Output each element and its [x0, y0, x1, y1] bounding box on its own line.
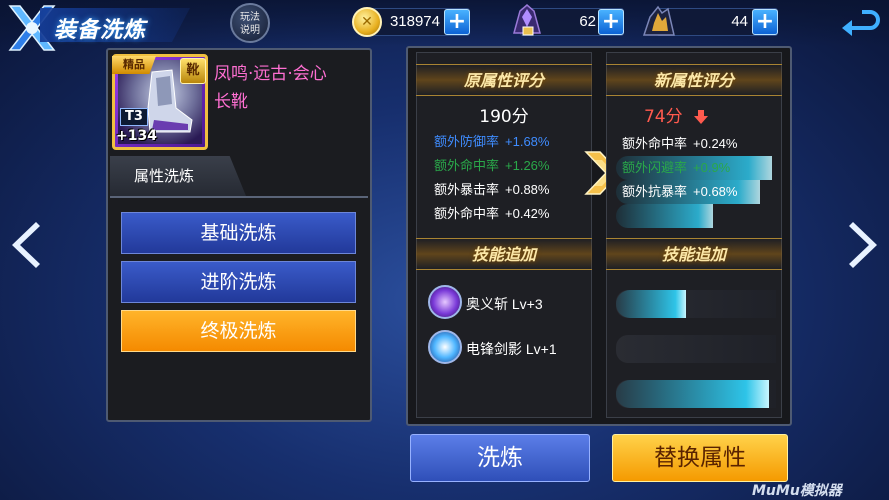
replace-attributes-button[interactable]: 替换属性 [612, 434, 788, 482]
help-label-line1: 玩法 [240, 12, 260, 23]
add-gem-b-button[interactable]: + [752, 9, 778, 35]
purple-crystal-icon [513, 4, 541, 36]
score-down-arrow-icon [694, 110, 709, 124]
purple-swirl-icon [428, 285, 462, 319]
item-name: 凤鸣·远古·会心 长靴 [214, 60, 364, 116]
dark-crystal-icon [642, 5, 675, 36]
new-score: 74分 [643, 107, 683, 127]
skill-slot-bar [616, 290, 776, 318]
tab-divider [110, 196, 368, 198]
original-score: 190分 [479, 107, 529, 127]
attribute-label: 额外命中率 +0.24% [616, 132, 776, 156]
help-label-line2: 说明 [240, 25, 260, 36]
attribute-label [616, 204, 776, 228]
original-score-header: 原属性评分 [416, 64, 592, 96]
attribute-name: 额外命中率 [434, 206, 500, 221]
attribute-name: 额外命中率 [622, 136, 688, 151]
new-score-wrap: 74分 [606, 102, 746, 127]
help-button[interactable]: 玩法 说明 [230, 3, 270, 43]
original-attribute-list: 额外防御率 +1.68% 额外命中率 +1.26% 额外暴击率 +0.88% 额外命中率 +0… [434, 130, 584, 226]
skill-slot-fill [616, 290, 686, 318]
attribute-value: +1.68% [505, 134, 550, 149]
new-attribute-row [616, 204, 776, 228]
attribute-value: +1.26% [505, 158, 550, 173]
coin-value: 318974 [389, 13, 440, 30]
tier-badge: T3 [120, 108, 148, 126]
attribute-name: 额外防御率 [434, 134, 500, 149]
next-item-arrow-icon[interactable] [847, 220, 883, 270]
quality-tag: 精品 [112, 56, 156, 74]
new-attribute-row: 额外闪避率 +0.9% [616, 156, 776, 180]
gem-b-value: 44 [731, 13, 748, 30]
enhance-level: +134 [116, 128, 157, 144]
new-attribute-row: 额外抗暴率 +0.68% [616, 180, 776, 204]
attribute-name: 额外暴击率 [434, 182, 500, 197]
emulator-watermark: MuMu模拟器 [752, 483, 842, 499]
original-skill-header: 技能追加 [416, 238, 592, 270]
attribute-value: +0.9% [693, 160, 731, 175]
attribute-name: 额外抗暴率 [622, 184, 688, 199]
attribute-name: 额外命中率 [434, 158, 500, 173]
blue-flare-icon [428, 330, 462, 364]
original-attribute-row: 额外暴击率 +0.88% [434, 178, 584, 202]
new-skill-header: 技能追加 [606, 238, 782, 270]
new-attribute-list: 额外命中率 +0.24% 额外闪避率 +0.9% 额外抗暴率 +0.68% [616, 132, 776, 228]
skill-2-name: 电锋剑影 Lv+1 [466, 341, 557, 357]
back-arrow-icon[interactable] [840, 6, 880, 38]
attribute-value: +0.24% [693, 136, 738, 151]
skill-slot-fill [616, 380, 769, 408]
original-attribute-row: 额外命中率 +0.42% [434, 202, 584, 226]
attribute-label: 额外抗暴率 +0.68% [616, 180, 776, 204]
item-name-line1: 凤鸣·远古·会心 [214, 64, 327, 84]
ultimate-wash-button[interactable]: 终极洗炼 [121, 310, 356, 352]
original-attribute-row: 额外防御率 +1.68% [434, 130, 584, 154]
skill-slot-bar [616, 380, 776, 408]
new-score-header: 新属性评分 [606, 64, 782, 96]
item-name-line2: 长靴 [214, 92, 248, 112]
add-gem-a-button[interactable]: + [598, 9, 624, 35]
skill-1-name: 奥义斩 Lv+3 [466, 296, 543, 312]
original-attribute-row: 额外命中率 +1.26% [434, 154, 584, 178]
add-coins-button[interactable]: + [444, 9, 470, 35]
new-attribute-row: 额外命中率 +0.24% [616, 132, 776, 156]
advanced-wash-button[interactable]: 进阶洗炼 [121, 261, 356, 303]
attribute-name: 额外闪避率 [622, 160, 688, 175]
attribute-value: +0.88% [505, 182, 550, 197]
attribute-value: +0.68% [693, 184, 738, 199]
gem-a-value: 62 [579, 13, 596, 30]
boots-slot-icon: 靴 [180, 58, 206, 84]
basic-wash-button[interactable]: 基础洗炼 [121, 212, 356, 254]
tab-attribute-wash[interactable]: 属性洗炼 [110, 156, 246, 196]
previous-item-arrow-icon[interactable] [6, 220, 42, 270]
page-title: 装备洗炼 [54, 18, 147, 43]
attribute-label: 额外闪避率 +0.9% [616, 156, 776, 180]
attribute-value: +0.42% [505, 206, 550, 221]
wash-button[interactable]: 洗炼 [410, 434, 590, 482]
gold-coin-icon: ✕ [352, 7, 382, 37]
skill-slot-bar [616, 335, 776, 363]
new-skill-slots [616, 290, 776, 425]
